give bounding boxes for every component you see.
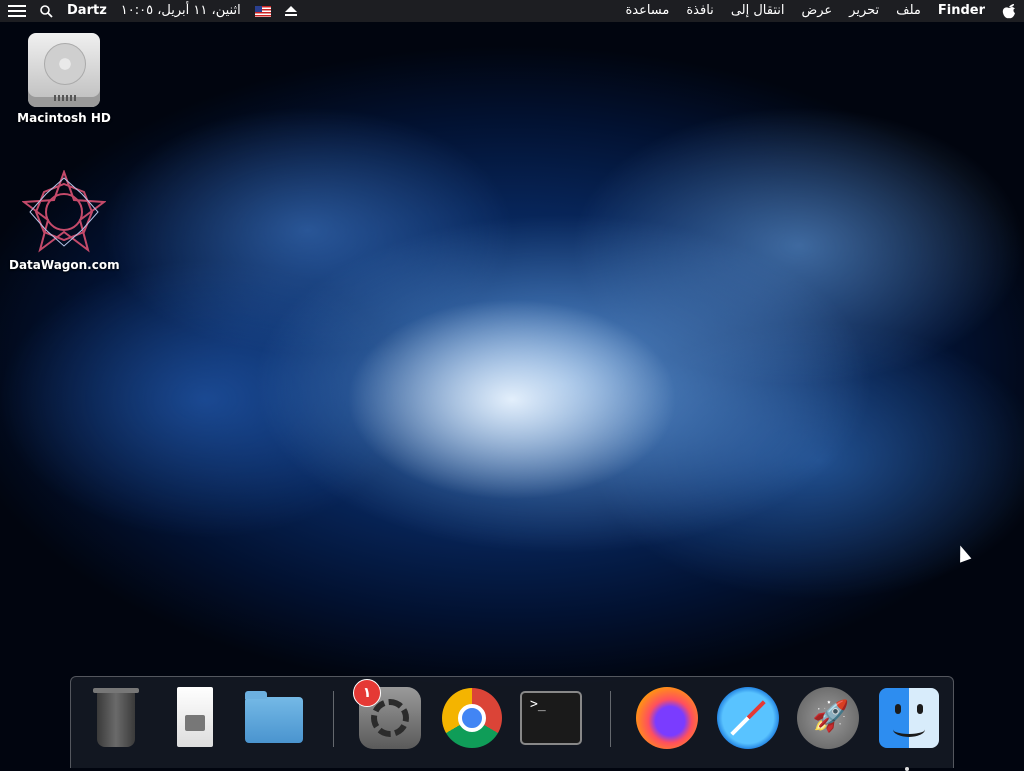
desktop-icon-label: DataWagon.com [9,258,120,272]
trash-icon [93,688,139,747]
spotlight-search-icon[interactable] [40,4,53,18]
dock-system-preferences[interactable]: ١ [353,679,423,751]
us-flag-icon[interactable] [254,5,271,17]
dock-separator [610,691,611,747]
menu-edit[interactable]: تحرير [849,0,879,22]
launchpad-icon [797,687,859,749]
terminal-icon: >_ [520,691,582,745]
document-icon [177,687,213,747]
firefox-icon [636,687,698,749]
menu-bar-menus: Finder ملف تحرير عرض انتقال إلى نافذة مس… [625,0,1016,22]
dock-finder[interactable] [875,685,941,771]
desktop-icon-label: Macintosh HD [17,111,111,125]
eject-icon[interactable] [284,5,297,17]
geometric-star-icon [21,169,107,254]
safari-icon [717,687,779,749]
mouse-cursor-icon [954,543,972,563]
menu-view[interactable]: عرض [802,0,833,22]
desktop-icon-datawagon[interactable]: DataWagon.com [9,169,120,272]
notification-badge: ١ [353,679,381,707]
utilities-folder-icon [245,691,303,743]
dock-terminal[interactable]: >_ [518,685,584,751]
menu-help[interactable]: مساعدة [625,0,669,22]
menu-clock[interactable]: اثنين، ١١ أبريل، ١٠:٠٥ [121,0,241,22]
dock-launchpad[interactable] [795,685,861,751]
dock-safari[interactable] [715,685,781,751]
finder-icon [879,688,939,748]
dock-document[interactable] [162,685,228,751]
dock-chrome[interactable] [439,685,505,751]
menu-go[interactable]: انتقال إلى [731,0,785,22]
dock-utilities-folder[interactable] [241,685,307,751]
menu-app-finder[interactable]: Finder [938,0,985,22]
menu-window[interactable]: نافذة [686,0,713,22]
dock-separator [333,691,334,747]
chrome-icon [442,688,502,748]
control-center-icon[interactable] [8,5,26,17]
menu-bar-status-area: Dartz اثنين، ١١ أبريل، ١٠:٠٥ [8,0,297,22]
hard-drive-icon [28,33,100,107]
menu-bar: Dartz اثنين، ١١ أبريل، ١٠:٠٥ Finder ملف … [0,0,1024,22]
desktop-icon-macintosh-hd[interactable]: Macintosh HD [9,33,119,125]
user-name[interactable]: Dartz [67,0,107,22]
apple-icon[interactable] [1002,3,1016,19]
dock: ١ >_ [70,676,954,771]
dock-firefox[interactable] [634,685,700,751]
menu-file[interactable]: ملف [896,0,921,22]
dock-trash[interactable] [83,685,149,751]
